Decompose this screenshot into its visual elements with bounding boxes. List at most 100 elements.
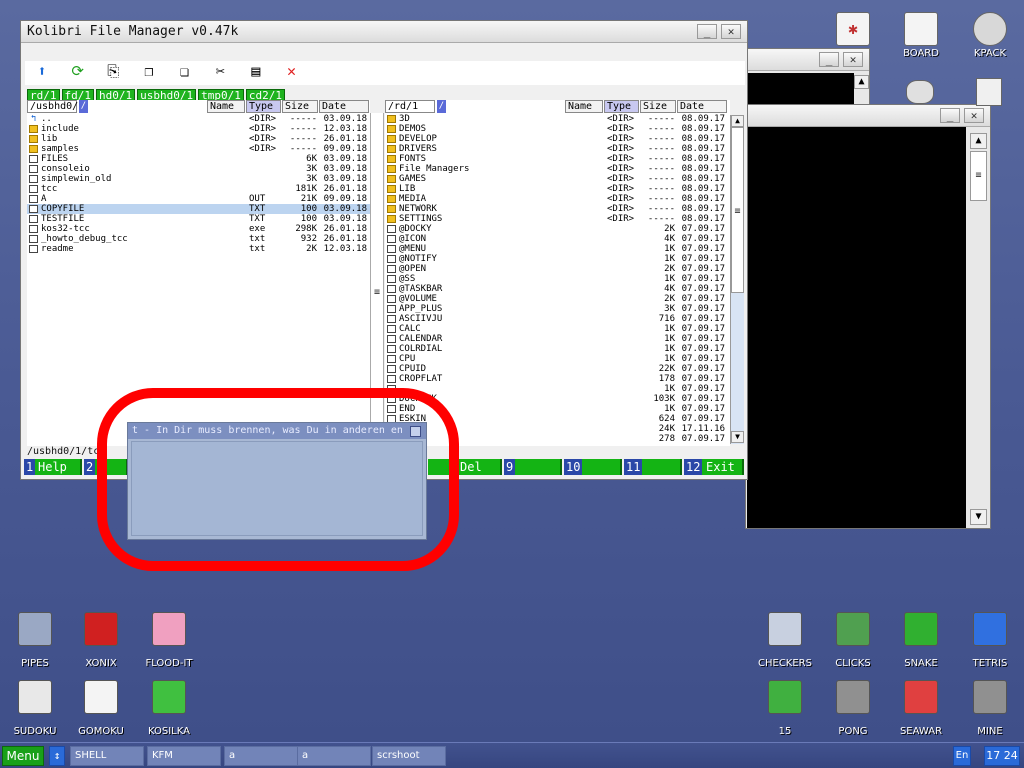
- file-row[interactable]: @VOLUME 2K 07.09.17: [385, 294, 730, 304]
- file-row[interactable]: MEDIA <DIR> ----- 08.09.17: [385, 194, 730, 204]
- task-scrshoot[interactable]: scrshoot: [372, 746, 446, 766]
- left-path-button[interactable]: /: [79, 100, 88, 113]
- desktop-icon-lawnmower[interactable]: KOSILKA: [134, 680, 204, 746]
- file-row[interactable]: SETTINGS <DIR> ----- 08.09.17: [385, 214, 730, 224]
- file-row[interactable]: include <DIR> ----- 12.03.18: [27, 124, 370, 134]
- file-row[interactable]: ↰.. <DIR> ----- 03.09.18: [27, 114, 370, 124]
- divider-grip[interactable]: ≡: [372, 288, 382, 298]
- file-row[interactable]: ASCIIVJU 716 07.09.17: [385, 314, 730, 324]
- right-path-button[interactable]: /: [437, 100, 446, 113]
- file-row[interactable]: _howto_debug_tcc txt 932 26.01.18: [27, 234, 370, 244]
- desktop-icon-kpack[interactable]: KPACK: [955, 12, 1024, 78]
- desktop-icon-mine[interactable]: MINE: [955, 680, 1024, 746]
- delete-icon[interactable]: ✕: [280, 62, 302, 80]
- file-row[interactable]: A OUT 21K 09.09.18: [27, 194, 370, 204]
- file-row[interactable]: @OPEN 2K 07.09.17: [385, 264, 730, 274]
- console-window-2[interactable]: _ ✕ ▲ ≡ ▼: [745, 104, 991, 529]
- scroll-thumb[interactable]: ≡: [970, 151, 987, 201]
- file-row[interactable]: @NOTIFY 1K 07.09.17: [385, 254, 730, 264]
- close-button[interactable]: ✕: [721, 24, 741, 39]
- col-name[interactable]: Name: [207, 100, 245, 113]
- fkey-10[interactable]: 10: [564, 459, 622, 475]
- file-row[interactable]: CALC 1K 07.09.17: [385, 324, 730, 334]
- file-row[interactable]: readme txt 2K 12.03.18: [27, 244, 370, 254]
- fm-titlebar[interactable]: Kolibri File Manager v0.47k _ ✕: [21, 21, 747, 43]
- col-type[interactable]: Type: [604, 100, 639, 113]
- fkey-11[interactable]: 11: [624, 459, 682, 475]
- desktop-icon-fifteen[interactable]: 15: [750, 680, 820, 746]
- minimize-button[interactable]: _: [697, 24, 717, 39]
- fkey-help[interactable]: 1 Help: [24, 459, 82, 475]
- file-row[interactable]: CPU 1K 07.09.17: [385, 354, 730, 364]
- cabinet-icon[interactable]: [976, 78, 1002, 106]
- desktop-icon-xonix[interactable]: XONIX: [66, 612, 136, 678]
- move-icon[interactable]: ❏: [174, 62, 196, 80]
- scroll-up-arrow-icon[interactable]: ▲: [970, 133, 987, 149]
- desktop-icon-sudoku[interactable]: SUDOKU: [0, 680, 70, 746]
- file-row[interactable]: GAMES <DIR> ----- 08.09.17: [385, 174, 730, 184]
- col-date[interactable]: Date: [319, 100, 369, 113]
- desktop-icon-snake[interactable]: SNAKE: [886, 612, 956, 678]
- task-shell[interactable]: SHELL: [70, 746, 144, 766]
- language-indicator[interactable]: En: [953, 746, 971, 766]
- file-row[interactable]: @SS 1K 07.09.17: [385, 274, 730, 284]
- console-scrollbar[interactable]: ▲: [854, 73, 869, 107]
- cut-icon[interactable]: ✂: [209, 62, 231, 80]
- task-a[interactable]: a: [297, 746, 371, 766]
- file-row[interactable]: DRIVERS <DIR> ----- 08.09.17: [385, 144, 730, 154]
- scroll-thumb[interactable]: ≡: [731, 127, 744, 293]
- desktop-icon-checkers[interactable]: CHECKERS: [750, 612, 820, 678]
- file-row[interactable]: DEMOS <DIR> ----- 08.09.17: [385, 124, 730, 134]
- desktop-icon-tetris[interactable]: TETRIS: [955, 612, 1024, 678]
- desktop-icon-clicks[interactable]: CLICKS: [818, 612, 888, 678]
- desktop-icon-pipes[interactable]: PIPES: [0, 612, 70, 678]
- col-type[interactable]: Type: [246, 100, 281, 113]
- file-row[interactable]: CPUID 22K 07.09.17: [385, 364, 730, 374]
- desktop-icon-board[interactable]: BOARD: [886, 12, 956, 78]
- task-switch-icon[interactable]: ↕: [49, 746, 65, 766]
- gear-icon[interactable]: [906, 80, 934, 104]
- copy-icon[interactable]: ⎘: [102, 62, 124, 80]
- file-row[interactable]: simplewin_old 3K 03.09.18: [27, 174, 370, 184]
- file-row[interactable]: @DOCKY 2K 07.09.17: [385, 224, 730, 234]
- go-up-icon[interactable]: ⬆: [31, 62, 53, 80]
- menu-button[interactable]: Menu: [2, 746, 44, 766]
- file-row[interactable]: COLRDIAL 1K 07.09.17: [385, 344, 730, 354]
- scroll-up-arrow-icon[interactable]: ▲: [731, 115, 744, 127]
- file-row[interactable]: @MENU 1K 07.09.17: [385, 244, 730, 254]
- file-row[interactable]: NETWORK <DIR> ----- 08.09.17: [385, 204, 730, 214]
- desktop-icon-pong[interactable]: PONG: [818, 680, 888, 746]
- task-kfm[interactable]: KFM: [147, 746, 221, 766]
- file-row[interactable]: DEVELOP <DIR> ----- 08.09.17: [385, 134, 730, 144]
- minimize-button[interactable]: _: [940, 108, 960, 123]
- console-scrollbar[interactable]: ▲ ≡ ▼: [967, 127, 990, 528]
- clipboard-icon[interactable]: ▤: [245, 62, 267, 80]
- file-row[interactable]: kos32-tcc exe 298K 26.01.18: [27, 224, 370, 234]
- file-row[interactable]: @ICON 4K 07.09.17: [385, 234, 730, 244]
- desktop-icon-gomoku[interactable]: GOMOKU: [66, 680, 136, 746]
- fkey-9[interactable]: 9: [504, 459, 562, 475]
- console-titlebar[interactable]: _ ✕: [746, 105, 990, 127]
- file-row[interactable]: 1K 07.09.17: [385, 384, 730, 394]
- close-button[interactable]: ✕: [964, 108, 984, 123]
- col-size[interactable]: Size: [640, 100, 676, 113]
- col-size[interactable]: Size: [282, 100, 318, 113]
- file-row[interactable]: APP_PLUS 3K 07.09.17: [385, 304, 730, 314]
- file-row[interactable]: consoleio 3K 03.09.18: [27, 164, 370, 174]
- scroll-down-arrow-icon[interactable]: ▼: [970, 509, 987, 525]
- file-row[interactable]: samples <DIR> ----- 09.09.18: [27, 144, 370, 154]
- refresh-icon[interactable]: ⟳: [67, 62, 89, 80]
- desktop-icon-seawar[interactable]: SEAWAR: [886, 680, 956, 746]
- file-row[interactable]: FONTS <DIR> ----- 08.09.17: [385, 154, 730, 164]
- desktop-icon-flood-it[interactable]: FLOOD-IT: [134, 612, 204, 678]
- file-row[interactable]: @TASKBAR 4K 07.09.17: [385, 284, 730, 294]
- file-row[interactable]: LIB <DIR> ----- 08.09.17: [385, 184, 730, 194]
- file-row[interactable]: COPYFILE TXT 100 03.09.18: [27, 204, 370, 214]
- file-row[interactable]: File Managers <DIR> ----- 08.09.17: [385, 164, 730, 174]
- right-scrollbar[interactable]: ▲ ≡ ▼: [730, 115, 744, 444]
- file-row[interactable]: tcc 181K 26.01.18: [27, 184, 370, 194]
- desktop-icon-bug[interactable]: ✱: [818, 12, 888, 78]
- paste-icon[interactable]: ❐: [138, 62, 160, 80]
- file-row[interactable]: FILES 6K 03.09.18: [27, 154, 370, 164]
- file-row[interactable]: CALENDAR 1K 07.09.17: [385, 334, 730, 344]
